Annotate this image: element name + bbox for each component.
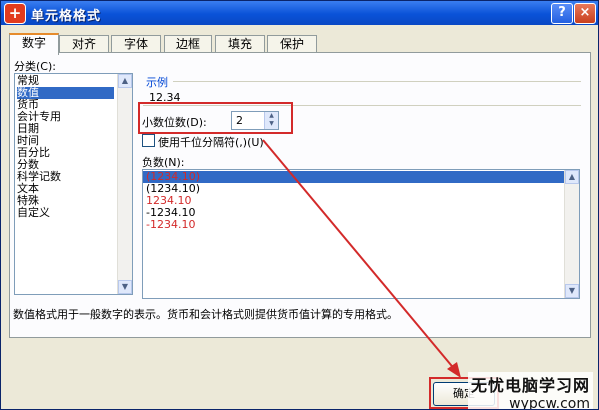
arrow-line [262, 139, 457, 372]
watermark-url: wypcw.com [509, 396, 590, 410]
watermark-title: 无忧电脑学习网 [470, 376, 590, 395]
annotation-arrow [262, 139, 461, 378]
tab-number[interactable]: 数字 [9, 33, 59, 55]
watermark: 无忧电脑学习网 wypcw.com [467, 372, 593, 410]
format-cells-dialog: + 单元格格式 ? × 数字 对齐 字体 边框 填充 保护 分类(C): 常规 … [0, 0, 599, 410]
arrow-head-icon [447, 362, 461, 378]
